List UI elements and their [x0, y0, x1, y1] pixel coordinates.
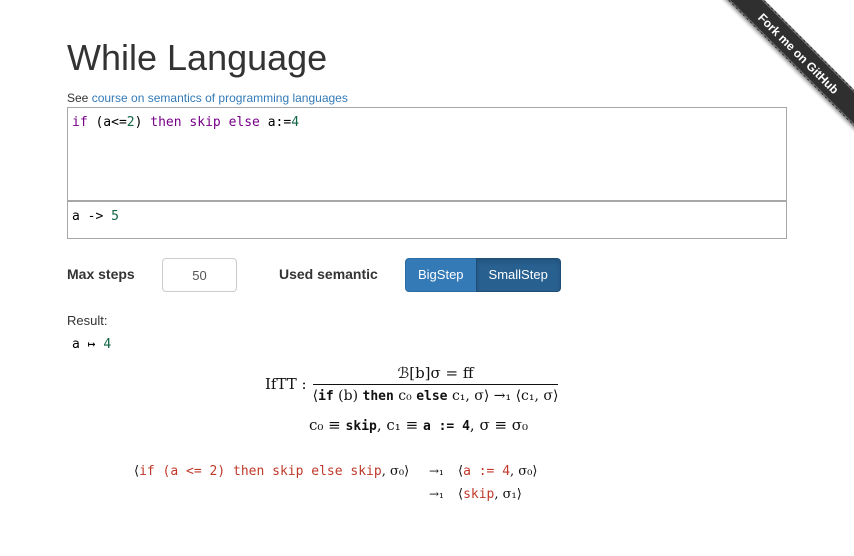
rule-conclusion-rest: c₁, σ⟩ →₁ ⟨c₁, σ⟩ — [451, 388, 559, 404]
semantic-label: Used semantic — [279, 266, 378, 282]
output-var: a -> — [72, 209, 104, 224]
rule-c0: c₀ — [398, 388, 412, 404]
result-number: 4 — [103, 337, 112, 352]
code-editor[interactable]: if (a<=2) then skip else a:=4 — [67, 107, 787, 201]
side-skip: skip — [345, 419, 377, 434]
rule-premise: ℬ[b]σ = ff — [397, 364, 474, 382]
step2-code: a := 4 — [463, 464, 511, 479]
state-output[interactable]: a -> 5 — [67, 201, 787, 239]
semantic-toggle: BigStep SmallStep — [405, 258, 561, 292]
editor-token: else — [228, 115, 260, 130]
course-link[interactable]: course on semantics of programming langu… — [92, 91, 348, 105]
max-steps-label: Max steps — [67, 266, 135, 282]
kw-if: if — [318, 389, 334, 404]
bigstep-button[interactable]: BigStep — [405, 258, 477, 292]
editor-token: (a<= — [87, 115, 127, 130]
output-value: 5 — [111, 209, 119, 224]
editor-token: 4 — [291, 115, 300, 130]
kw-then: then — [362, 389, 394, 404]
derivation-arrow-2: →₁ — [429, 487, 444, 502]
derivation-arrow-1: →₁ — [429, 464, 444, 479]
arrow-1: →₁ — [429, 464, 444, 478]
derivation-step-3: ⟨skip, σ₁⟩ — [458, 487, 522, 502]
editor-token: ) — [134, 115, 151, 130]
result-label: Result: — [67, 313, 108, 328]
result-var: a ↦ — [72, 337, 96, 352]
editor-token: a:= — [259, 115, 292, 130]
rule-conclusion: ⟨if (b) then c₀ else c₁, σ⟩ →₁ ⟨c₁, σ⟩ — [313, 385, 559, 404]
step2-close: , σ₀⟩ — [510, 464, 538, 479]
see-prefix: See — [67, 91, 89, 105]
result-value: a ↦ 4 — [72, 337, 111, 353]
editor-token: if — [72, 115, 88, 130]
editor-token: 2 — [126, 115, 135, 130]
arrow-2: →₁ — [429, 487, 444, 501]
side-c1: , c₁ ≡ — [376, 416, 419, 434]
see-line: See course on semantics of programming l… — [67, 90, 348, 106]
editor-token: skip — [189, 115, 221, 130]
editor-token — [221, 115, 229, 130]
inference-rule: IfTT : ℬ[b]σ = ff ⟨if (b) then c₀ else c… — [265, 364, 559, 404]
rule-fraction: ℬ[b]σ = ff ⟨if (b) then c₀ else c₁, σ⟩ →… — [312, 364, 559, 404]
step1-code: if (a <= 2) then skip else skip — [139, 464, 382, 479]
derivation-step-2: ⟨a := 4, σ₀⟩ — [458, 464, 537, 479]
page-title: While Language — [67, 37, 328, 78]
step1-close: , σ₀⟩ — [381, 464, 410, 479]
rule-name: IfTT : — [265, 375, 307, 393]
side-c0: c₀ ≡ — [309, 416, 341, 434]
side-sigma: , σ ≡ σ₀ — [469, 416, 529, 434]
step3-close: , σ₁⟩ — [494, 487, 522, 502]
kw-else: else — [416, 389, 448, 404]
smallstep-button[interactable]: SmallStep — [475, 258, 561, 292]
step3-code: skip — [463, 487, 495, 502]
rule-side-condition: c₀ ≡ skip, c₁ ≡ a := 4, σ ≡ σ₀ — [309, 416, 528, 434]
side-assign: a := 4 — [422, 419, 470, 434]
rule-cond: (b) — [338, 388, 359, 404]
editor-token: then — [150, 115, 182, 130]
derivation-step-1: ⟨if (a <= 2) then skip else skip, σ₀⟩ — [134, 464, 409, 479]
max-steps-input[interactable] — [162, 258, 237, 292]
